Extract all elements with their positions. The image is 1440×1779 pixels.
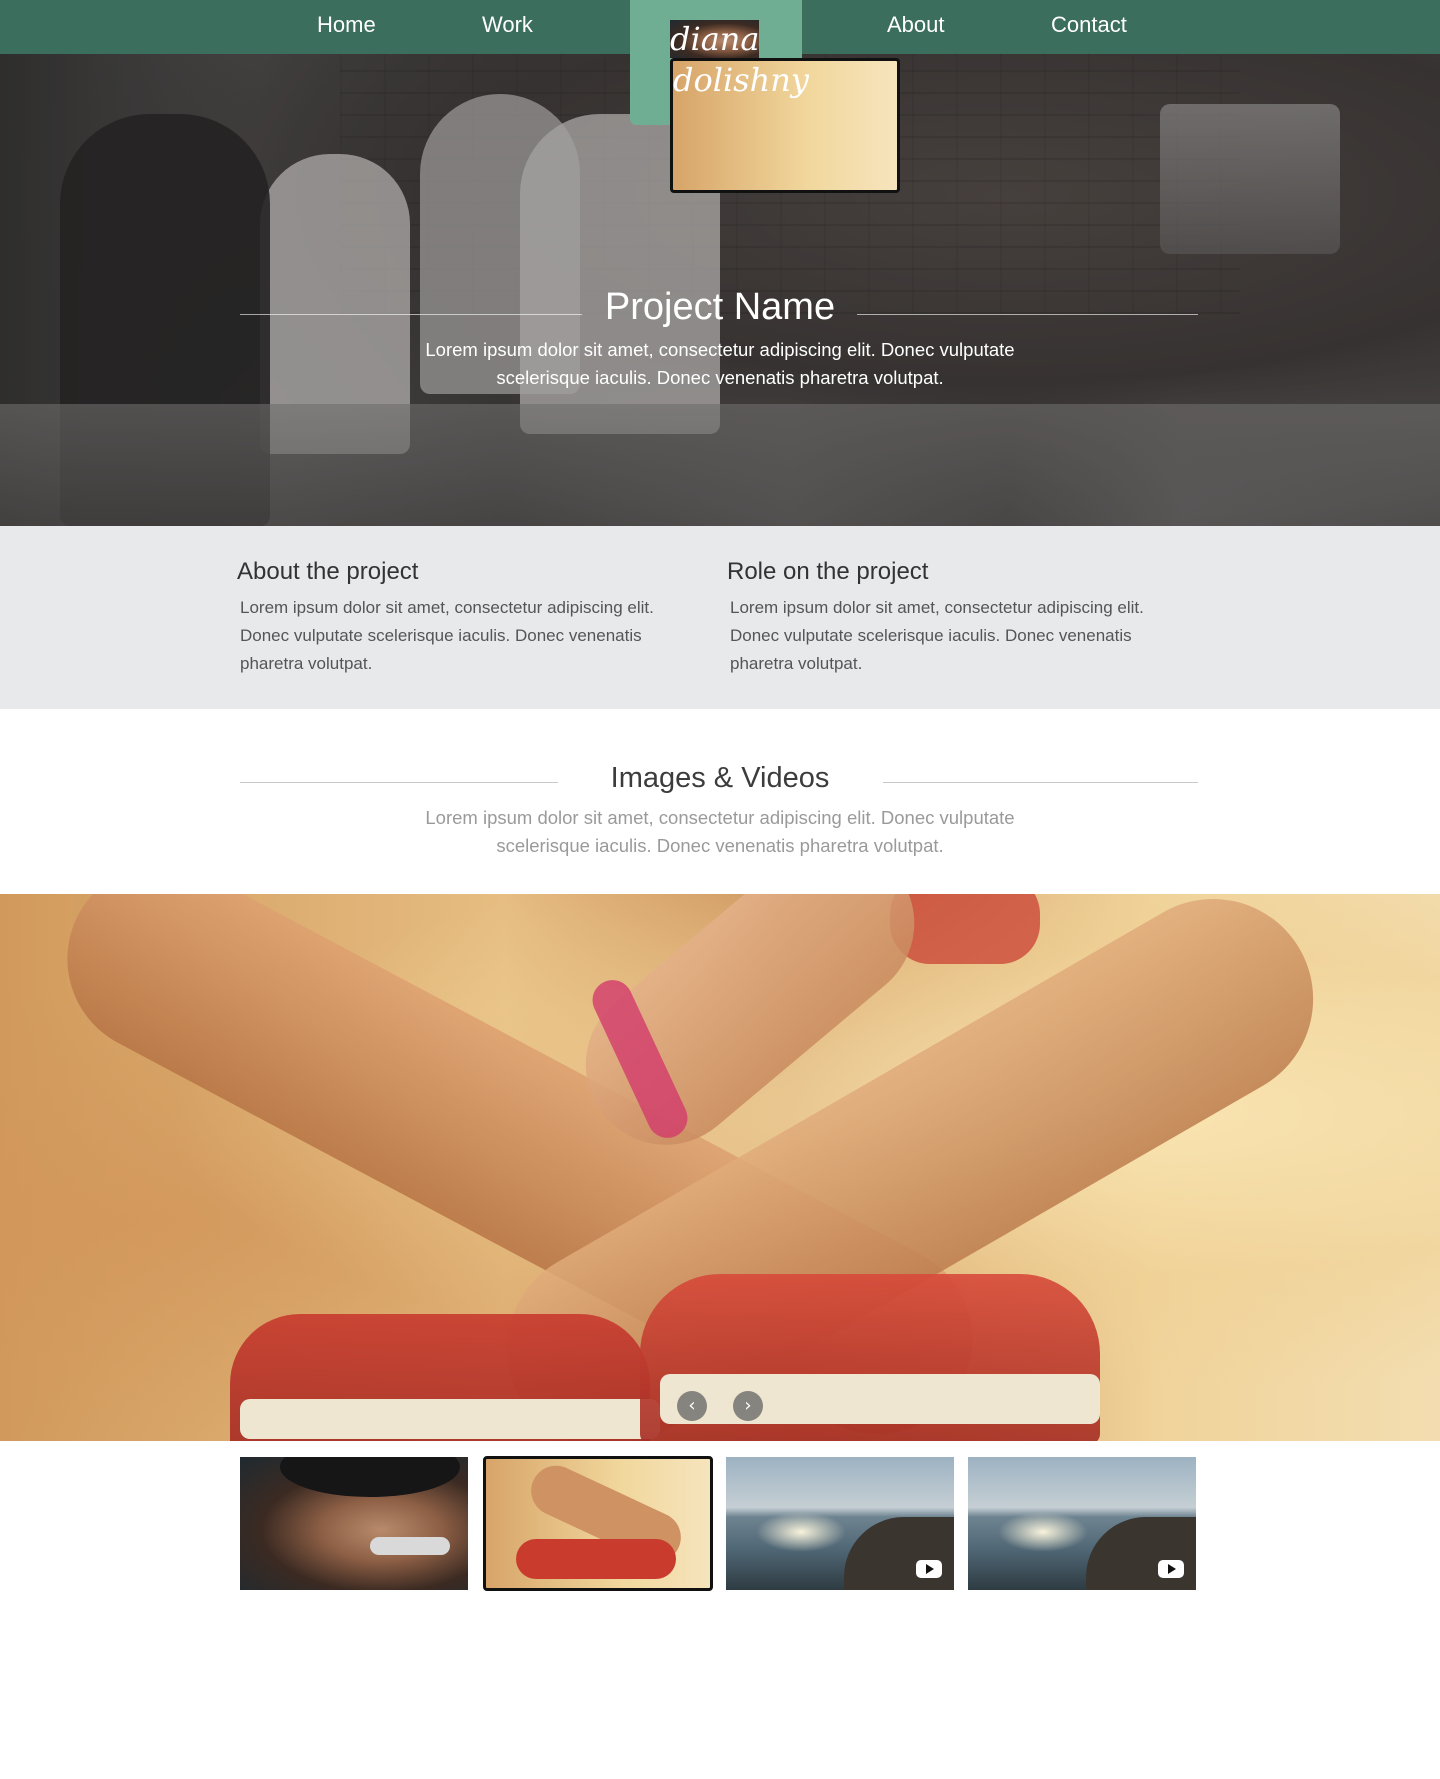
logo-line-1: diana <box>670 20 760 58</box>
role-text: Lorem ipsum dolor sit amet, consectetur … <box>730 598 1144 673</box>
role-heading: Role on the project <box>727 558 929 585</box>
gallery-main-image: ‹ › <box>0 894 1440 1441</box>
about-project-heading: About the project <box>237 558 419 585</box>
site-logo[interactable]: diana dolishny <box>630 0 900 193</box>
media-heading: Images & Videos <box>610 762 830 794</box>
chevron-left-icon[interactable]: ‹ <box>677 1391 707 1421</box>
nav-contact-link[interactable]: Contact <box>1051 12 1127 38</box>
logo-line-2: dolishny <box>670 58 900 193</box>
play-video-icon <box>1158 1560 1184 1578</box>
photo-shape <box>844 1517 954 1590</box>
about-project-text: Lorem ipsum dolor sit amet, consectetur … <box>240 598 654 673</box>
gallery-thumbnail-selected[interactable] <box>483 1456 713 1591</box>
media-divider-right <box>883 782 1198 783</box>
gallery-thumbnail-video[interactable] <box>726 1457 954 1590</box>
media-subtitle: Lorem ipsum dolor sit amet, consectetur … <box>425 807 1015 856</box>
photo-shape <box>516 1539 676 1579</box>
nav-work-link[interactable]: Work <box>482 12 533 38</box>
photo-shape <box>1086 1517 1196 1590</box>
photo-shape <box>370 1537 450 1555</box>
photo-shape <box>998 1512 1088 1552</box>
project-title: Project Name <box>604 286 836 328</box>
gallery-thumbnail[interactable] <box>240 1457 468 1590</box>
nav-about-link[interactable]: About <box>887 12 945 38</box>
photo-shape <box>280 1457 460 1497</box>
photo-shape <box>240 1399 660 1439</box>
chevron-right-icon[interactable]: › <box>733 1391 763 1421</box>
nav-home-link[interactable]: Home <box>317 12 376 38</box>
project-subtitle: Lorem ipsum dolor sit amet, consectetur … <box>425 339 1015 388</box>
project-info-section: About the project Lorem ipsum dolor sit … <box>0 526 1440 709</box>
photo-shape <box>756 1512 846 1552</box>
gallery-thumbnail-video[interactable] <box>968 1457 1196 1590</box>
photo-shape <box>660 1374 1100 1424</box>
media-divider-left <box>240 782 558 783</box>
play-video-icon <box>916 1560 942 1578</box>
